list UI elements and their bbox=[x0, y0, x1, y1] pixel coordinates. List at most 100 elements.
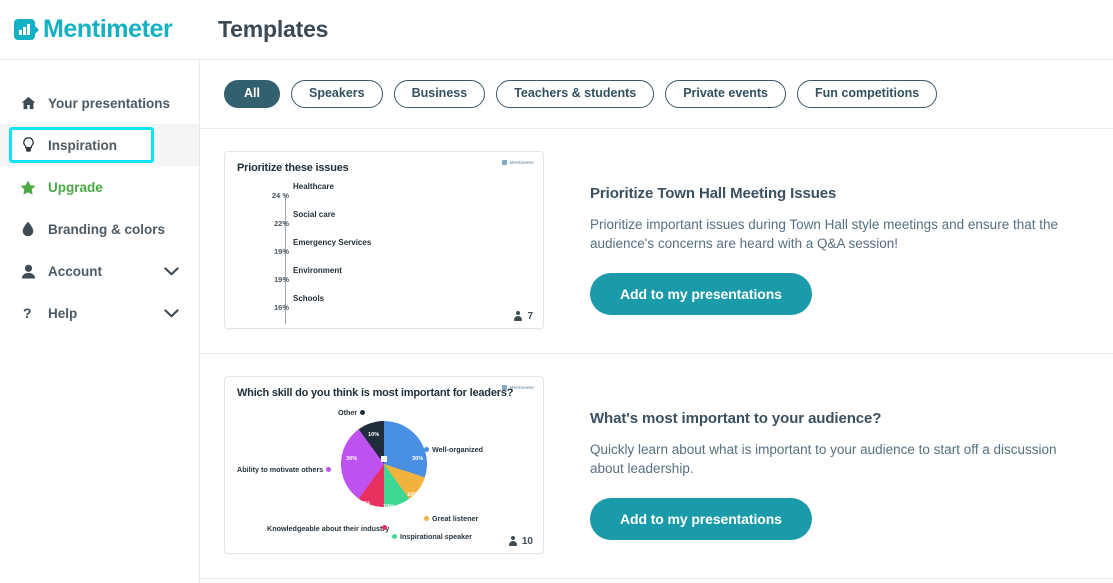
pie-legend-item: Other bbox=[338, 407, 366, 417]
filter-chip-private-events[interactable]: Private events bbox=[665, 80, 786, 108]
mentimeter-watermark: Mentimeter bbox=[502, 384, 534, 390]
chevron-down-icon[interactable] bbox=[164, 306, 179, 321]
template-preview-card[interactable]: Prioritize these issues Mentimeter 24 % … bbox=[224, 150, 544, 329]
add-to-my-presentations-button[interactable]: Add to my presentations bbox=[590, 273, 812, 316]
bar-category-label: Emergency Services bbox=[293, 237, 372, 247]
pie-legend-item: Well-organized bbox=[424, 445, 483, 454]
body: Your presentations Inspiration Upgrade B… bbox=[0, 60, 1113, 583]
bar-value-label: 16% bbox=[273, 302, 289, 312]
bar-value-label: 19% bbox=[273, 246, 289, 256]
legend-dot-icon bbox=[382, 524, 387, 530]
main-content: All Speakers Business Teachers & student… bbox=[200, 60, 1113, 583]
legend-dot-icon bbox=[424, 446, 429, 452]
add-to-my-presentations-button[interactable]: Add to my presentations bbox=[590, 498, 812, 541]
legend-label: Other bbox=[338, 407, 358, 417]
bar-track bbox=[291, 222, 525, 229]
template-preview-card[interactable]: Which skill do you think is most importa… bbox=[224, 375, 544, 554]
watermark-label: Mentimeter bbox=[509, 384, 534, 390]
pie-slice-label: 30% bbox=[412, 455, 424, 462]
filter-chip-all[interactable]: All bbox=[224, 80, 280, 108]
pie-slice-label: 10% bbox=[368, 431, 380, 438]
svg-text:?: ? bbox=[23, 305, 32, 321]
bar-value-label: 19% bbox=[273, 274, 289, 284]
template-row: Prioritize these issues Mentimeter 24 % … bbox=[200, 129, 1113, 354]
legend-dot-icon bbox=[360, 409, 366, 415]
sidebar-item-upgrade[interactable]: Upgrade bbox=[0, 166, 199, 208]
template-description: Prioritize important issues during Town … bbox=[590, 216, 1058, 251]
pie-center-hole bbox=[381, 455, 387, 462]
lightbulb-icon bbox=[18, 137, 38, 153]
legend-label: Great listener bbox=[432, 513, 479, 523]
droplet-icon bbox=[18, 221, 38, 237]
pie-slice-label: 10% bbox=[383, 503, 395, 510]
pie-slice-label: 10% bbox=[407, 491, 419, 498]
home-icon bbox=[18, 96, 38, 110]
pie-legend-item: Great listener bbox=[424, 514, 478, 523]
sidebar-item-branding-colors[interactable]: Branding & colors bbox=[0, 208, 199, 250]
template-row: Which skill do you think is most importa… bbox=[200, 354, 1113, 579]
legend-dot-icon bbox=[424, 515, 429, 521]
bar-value-label: 22% bbox=[273, 218, 289, 228]
bar-track bbox=[291, 250, 525, 257]
sidebar-item-label: Help bbox=[48, 305, 78, 321]
brand-logo[interactable]: Mentimeter bbox=[0, 15, 186, 44]
top-bar: Mentimeter Templates bbox=[0, 0, 1113, 60]
legend-label: Knowledgeable about their industry bbox=[267, 523, 390, 533]
watermark-square-icon bbox=[502, 384, 508, 390]
sidebar-item-help[interactable]: ? Help bbox=[0, 292, 199, 334]
sidebar-item-label: Branding & colors bbox=[48, 221, 166, 237]
participant-count: 10 bbox=[508, 535, 533, 547]
sidebar-item-your-presentations[interactable]: Your presentations bbox=[0, 82, 199, 124]
template-info: Prioritize Town Hall Meeting Issues Prio… bbox=[544, 151, 1089, 316]
bar-row: 24 % Healthcare bbox=[231, 180, 529, 206]
participant-count-value: 10 bbox=[521, 535, 533, 547]
pie-legend-item: Knowledgeable about their industry bbox=[267, 524, 392, 534]
bar-chart-logo-icon bbox=[14, 19, 39, 40]
pie-slice-label: 30% bbox=[346, 455, 358, 462]
brand-name: Mentimeter bbox=[43, 15, 173, 43]
template-description: Quickly learn about what is important to… bbox=[590, 441, 1057, 476]
sidebar-item-label: Account bbox=[48, 263, 102, 279]
bar-track bbox=[291, 278, 525, 285]
bar-category-label: Environment bbox=[293, 265, 342, 275]
sidebar-item-inspiration[interactable]: Inspiration bbox=[0, 124, 199, 166]
bar-category-label: Healthcare bbox=[293, 181, 334, 191]
sidebar-item-label: Your presentations bbox=[48, 95, 171, 111]
watermark-label: Mentimeter bbox=[509, 159, 534, 165]
pie-chart: 30% 10% 10% 10% 30% 10% Well-organized G… bbox=[225, 399, 543, 544]
template-title: What's most important to your audience? bbox=[590, 409, 882, 427]
legend-label: Well-organized bbox=[432, 444, 483, 454]
mentimeter-watermark: Mentimeter bbox=[502, 159, 534, 165]
bar-row: 22% Social care bbox=[231, 208, 529, 234]
pie-legend-item: Ability to motivate others bbox=[237, 465, 332, 474]
sidebar: Your presentations Inspiration Upgrade B… bbox=[0, 60, 200, 583]
bar-chart: 24 % Healthcare 22% Social care 19% Emer… bbox=[225, 174, 543, 324]
bar-value-label: 24 % bbox=[271, 190, 289, 200]
bar-category-label: Social care bbox=[293, 209, 336, 219]
bar-track bbox=[291, 306, 525, 313]
sidebar-item-label: Inspiration bbox=[48, 137, 118, 153]
person-icon bbox=[508, 536, 517, 547]
app-root: Mentimeter Templates Your presentations bbox=[0, 0, 1113, 583]
legend-label: Inspirational speaker bbox=[400, 531, 472, 541]
slide-title: Prioritize these issues bbox=[237, 161, 349, 174]
sidebar-item-label: Upgrade bbox=[48, 179, 103, 195]
filter-chip-speakers[interactable]: Speakers bbox=[290, 80, 383, 108]
page-title: Templates bbox=[218, 16, 329, 42]
template-info: What's most important to your audience? … bbox=[544, 376, 1089, 541]
person-icon bbox=[514, 311, 523, 322]
filter-chip-business[interactable]: Business bbox=[393, 80, 486, 108]
template-title: Prioritize Town Hall Meeting Issues bbox=[590, 184, 837, 202]
star-icon bbox=[18, 180, 38, 195]
filter-chip-bar: All Speakers Business Teachers & student… bbox=[200, 60, 1113, 129]
legend-dot-icon bbox=[392, 533, 397, 539]
watermark-square-icon bbox=[502, 159, 508, 165]
chevron-down-icon[interactable] bbox=[164, 264, 179, 279]
filter-chip-fun-competitions[interactable]: Fun competitions bbox=[797, 80, 938, 108]
bar-row: 16% Schools bbox=[231, 292, 529, 318]
bar-category-label: Schools bbox=[293, 293, 325, 303]
filter-chip-teachers-students[interactable]: Teachers & students bbox=[496, 80, 655, 108]
slide-title: Which skill do you think is most importa… bbox=[237, 386, 514, 399]
pie-slice-label: 10% bbox=[359, 500, 371, 507]
sidebar-item-account[interactable]: Account bbox=[0, 250, 199, 292]
